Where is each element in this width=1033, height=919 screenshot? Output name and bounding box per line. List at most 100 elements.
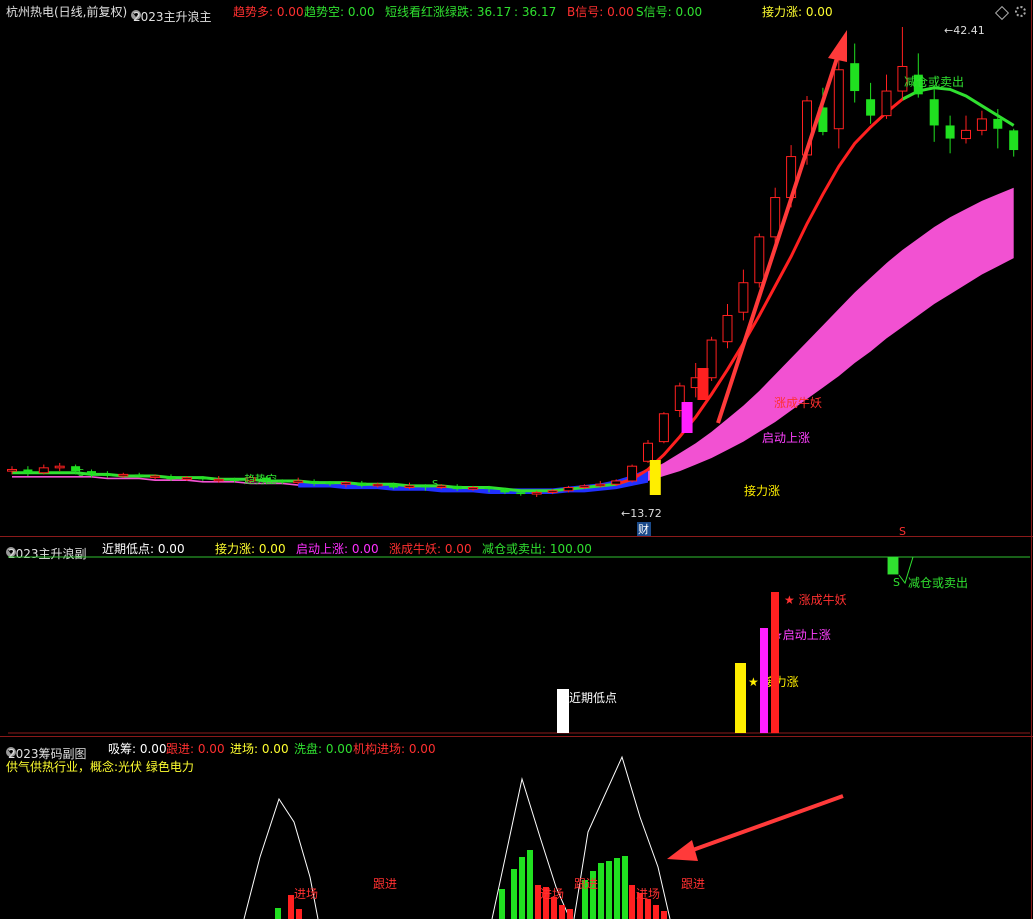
candle-body: [54, 465, 65, 469]
candle-body: [7, 468, 17, 472]
bar-zhangcheng: [771, 592, 779, 733]
chip-bar-green: [275, 908, 281, 919]
candle-body: [309, 480, 319, 483]
candle-body: [611, 480, 622, 485]
signal-pane[interactable]: 2023主升浪副 近期低点: 0.00 接力涨: 0.00 启动上涨: 0.00…: [0, 537, 1033, 737]
chip-bar-red: [661, 911, 667, 919]
chip-bar-green: [598, 863, 604, 919]
candle-body: [738, 282, 749, 313]
sell-bar: [888, 557, 898, 574]
label-jinchang: 进场: [540, 887, 564, 901]
candle-body: [866, 99, 876, 116]
candle-body: [579, 485, 590, 488]
label-genjin: 跟进: [681, 877, 705, 891]
candle-body: [850, 63, 860, 92]
candle-body: [38, 467, 49, 474]
candle-body: [404, 485, 415, 488]
candle-body: [643, 442, 653, 462]
label-qushi-kong: 趋势空: [244, 472, 277, 486]
label-genjin: 跟进: [574, 877, 598, 891]
signal-candle: [697, 368, 709, 400]
label-jieli: 接力涨: [744, 483, 780, 498]
candle-body: [23, 469, 33, 473]
candle-body: [213, 478, 224, 482]
bar-jieli: [735, 663, 746, 733]
candle-body: [563, 486, 574, 492]
candle-body: [468, 486, 479, 490]
label-cai: 财: [638, 522, 649, 536]
candle-body: [754, 236, 765, 284]
candle-body: [929, 99, 939, 126]
signal-chart[interactable]: S 减仓或卖出近期低点★ 接力涨★启动上涨★ 涨成牛妖: [0, 537, 1033, 737]
candle-body: [500, 489, 510, 493]
label-jinchang: 进场: [636, 887, 660, 901]
candle-body: [198, 477, 208, 480]
candle-body: [976, 118, 987, 131]
pink-band: [12, 187, 1014, 493]
candle-body: [420, 485, 430, 488]
label-qidong: ★启动上涨: [772, 627, 831, 642]
label-jinchang: 进场: [294, 887, 318, 901]
candle-body: [833, 69, 844, 130]
chip-bar-red: [645, 899, 651, 919]
chip-bar-green: [519, 857, 525, 919]
candle-body: [881, 90, 892, 117]
candle-body: [531, 491, 542, 495]
chip-bar-red: [567, 909, 573, 919]
candle-body: [166, 476, 176, 480]
candle-body: [340, 482, 351, 485]
signal-candle: [681, 402, 693, 433]
chip-bar-green: [614, 858, 620, 919]
bar-low: [557, 689, 569, 733]
candle-body: [293, 480, 304, 484]
chip-bar-green: [606, 861, 612, 919]
label-low: 近期低点: [569, 691, 617, 705]
label-zhangcheng: ★ 涨成牛妖: [784, 592, 847, 607]
chip-bar-red: [653, 905, 659, 919]
chip-pane[interactable]: 2023筹码副图 吸筹: 0.00 跟进: 0.00 进场: 0.00 洗盘: …: [0, 737, 1033, 919]
chip-bar-green: [527, 850, 533, 919]
candle-body: [595, 483, 606, 487]
red-arrow-head: [828, 30, 847, 62]
red-arrow-shaft: [689, 794, 844, 853]
main-chart-pane[interactable]: 杭州热电(日线,前复权) 2023主升浪主 趋势多: 0.00 趋势空: 0.0…: [0, 0, 1033, 537]
chip-curve: [243, 797, 319, 919]
label-qidong: 启动上涨: [762, 430, 810, 445]
candle-body: [181, 477, 192, 480]
candle-body: [627, 465, 638, 482]
candle-body: [134, 474, 144, 477]
candle-body: [452, 485, 462, 490]
candle-body: [484, 487, 494, 490]
candle-body: [1009, 130, 1019, 151]
label-s: S: [893, 576, 900, 589]
label-zhangcheng: 涨成牛妖: [774, 395, 822, 410]
label-high: ←42.41: [944, 24, 985, 37]
candle-body: [770, 197, 781, 238]
right-border: [1031, 0, 1032, 919]
candle-body: [961, 129, 971, 140]
label-jiancang: 减仓或卖出: [908, 576, 968, 590]
label-jiancang: 减仓或卖出: [904, 75, 964, 89]
signal-candle: [649, 460, 661, 495]
candle-body: [357, 482, 367, 486]
chip-bar-red: [296, 909, 302, 919]
red-arrow-head: [667, 840, 698, 861]
chip-chart[interactable]: 进场跟进进场跟进进场跟进: [0, 737, 1033, 919]
candle-body: [372, 483, 383, 487]
label-s: S: [78, 468, 84, 479]
chip-bar-red: [559, 905, 565, 919]
candle-body: [230, 479, 240, 481]
candle-body: [516, 492, 526, 495]
chip-bar-green: [499, 889, 505, 919]
candle-body: [118, 473, 129, 477]
candle-body: [277, 480, 287, 483]
candle-body: [325, 482, 335, 485]
candle-body: [945, 125, 955, 139]
candle-body: [547, 490, 558, 493]
label-low: ←13.72: [621, 507, 662, 520]
sell-line: [8, 556, 1030, 575]
candle-body: [389, 484, 399, 488]
label-genjin: 跟进: [373, 877, 397, 891]
chip-bar-green: [511, 869, 517, 919]
candlestick-chart[interactable]: 接力涨启动上涨涨成牛妖减仓或卖出趋势空SS←42.41←13.72财 S: [0, 0, 1033, 537]
